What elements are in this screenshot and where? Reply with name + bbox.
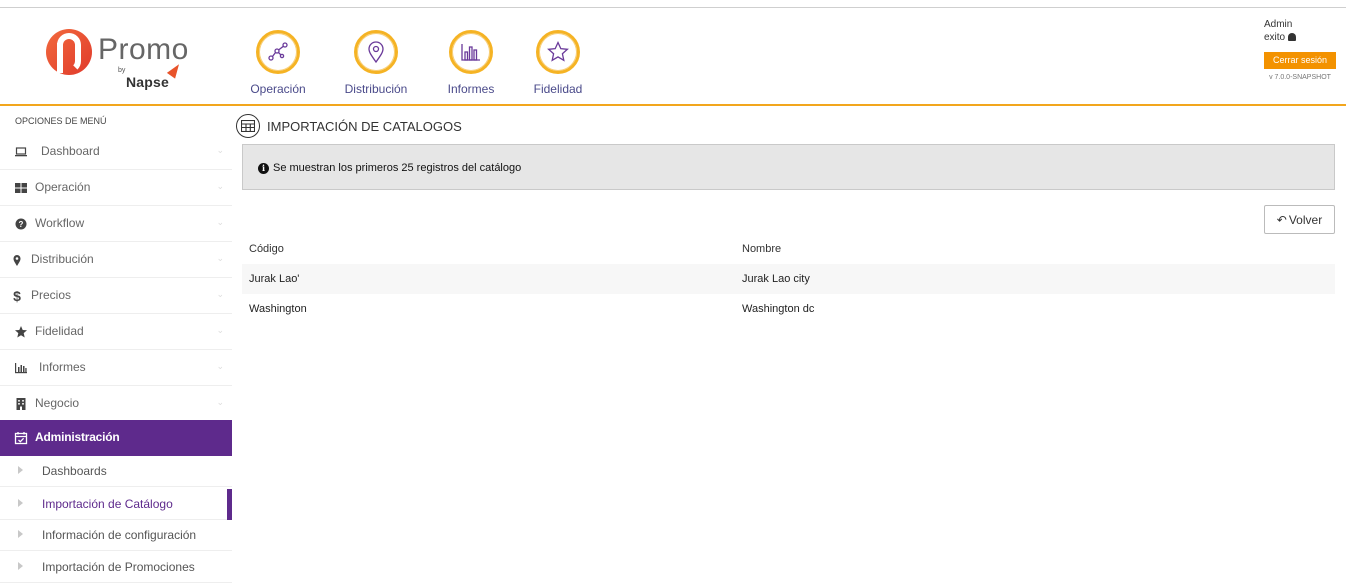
operacion-icon	[256, 30, 300, 74]
sidebar: OPCIONES DE MENÚ Dashboard ⌄ Operación ⌄…	[0, 108, 232, 583]
back-button[interactable]: ↶ Volver	[1264, 205, 1335, 234]
laptop-icon	[14, 145, 28, 159]
table-icon	[236, 114, 260, 138]
sidebar-item-label: Negocio	[35, 396, 80, 410]
sidebar-item-label: Precios	[31, 288, 72, 302]
sidebar-item-label: Workflow	[35, 216, 85, 230]
sidebar-item-fidelidad[interactable]: Fidelidad ⌄	[0, 314, 232, 350]
calendar-check-icon	[14, 431, 28, 445]
building-icon	[14, 397, 28, 411]
bar-chart-icon	[14, 361, 28, 375]
app-header: Promo by Napse Operación Distribución In…	[0, 8, 1346, 106]
submenu-item-importacion-catalogo[interactable]: Importación de Catálogo	[0, 489, 232, 520]
logo-by: by	[118, 67, 126, 74]
user-name: Admin	[1264, 19, 1293, 30]
sidebar-item-informes[interactable]: Informes ⌄	[0, 350, 232, 386]
column-header-nombre: Nombre	[742, 243, 782, 255]
sidebar-item-negocio[interactable]: Negocio ⌄	[0, 386, 232, 422]
module-operacion[interactable]: Operación	[250, 30, 306, 96]
sidebar-item-distribucion[interactable]: Distribución ⌄	[0, 242, 232, 278]
sidebar-item-label: Informes	[39, 360, 86, 374]
table-cell: Washington dc	[742, 303, 815, 315]
user-company-row: exito	[1264, 31, 1336, 44]
info-circle-icon: i	[258, 163, 269, 174]
sidebar-item-label: Distribución	[31, 252, 94, 266]
svg-text:?: ?	[19, 220, 24, 229]
table-cell: Jurak Lao city	[735, 264, 1335, 294]
sidebar-item-precios[interactable]: $ Precios ⌄	[0, 278, 232, 314]
map-marker-icon	[10, 253, 24, 267]
submenu-item-label: Dashboards	[42, 464, 107, 478]
module-distribucion[interactable]: Distribución	[342, 30, 410, 96]
table-row: Washington Washington dc	[242, 294, 1335, 324]
module-label: Informes	[447, 82, 495, 96]
info-alert: i Se muestran los primeros 25 registros …	[242, 144, 1335, 190]
chevron-down-icon: ⌄	[216, 397, 224, 407]
sidebar-item-workflow[interactable]: ? Workflow ⌄	[0, 206, 232, 242]
module-fidelidad[interactable]: Fidelidad	[532, 30, 584, 96]
user-company: exito	[1264, 32, 1286, 43]
submenu-item-importacion-promociones[interactable]: Importación de Promociones	[0, 552, 232, 583]
main-content: IMPORTACIÓN DE CATALOGOS i Se muestran l…	[232, 108, 1346, 579]
submenu-item-label: Información de configuración	[42, 528, 197, 542]
table-header-row: Código Nombre	[242, 234, 1335, 264]
submenu-item-label: Importación de Promociones	[42, 560, 195, 574]
question-circle-icon: ?	[14, 217, 28, 231]
chevron-down-icon: ⌄	[216, 253, 224, 263]
distribucion-icon	[354, 30, 398, 74]
reply-arrow-icon: ↶	[1276, 212, 1287, 227]
star-icon	[14, 325, 28, 339]
caret-right-icon	[18, 530, 23, 538]
caret-right-icon	[18, 499, 23, 507]
column-header-codigo: Código	[249, 243, 284, 255]
fidelidad-icon	[536, 30, 580, 74]
chevron-down-icon: ⌄	[216, 361, 224, 371]
catalog-table: Código Nombre Jurak Lao' Jurak Lao city …	[242, 234, 1335, 324]
promo-logo[interactable]: Promo by Napse	[46, 27, 196, 91]
caret-right-icon	[18, 562, 23, 570]
sidebar-item-dashboard[interactable]: Dashboard ⌄	[0, 134, 232, 170]
version-label: v 7.0.0-SNAPSHOT	[1269, 74, 1331, 81]
sidebar-item-label: Fidelidad	[35, 324, 84, 338]
submenu-item-dashboards[interactable]: Dashboards	[0, 456, 232, 487]
table-row: Jurak Lao' Jurak Lao city	[242, 264, 1335, 294]
module-informes[interactable]: Informes	[446, 30, 496, 96]
back-button-label: Volver	[1288, 212, 1323, 227]
table-cell: Jurak Lao'	[242, 264, 735, 294]
sidebar-item-label: Operación	[35, 180, 91, 194]
promo-logo-mark-icon	[46, 29, 92, 75]
sidebar-item-administracion[interactable]: Administración	[0, 420, 232, 456]
submenu-item-informacion-configuracion[interactable]: Información de configuración	[0, 520, 232, 551]
chevron-down-icon: ⌄	[216, 325, 224, 335]
chevron-down-icon: ⌄	[216, 145, 224, 155]
module-label: Fidelidad	[533, 82, 583, 96]
bell-icon[interactable]	[1288, 33, 1297, 41]
module-label: Operación	[250, 82, 306, 96]
sidebar-item-operacion[interactable]: Operación ⌄	[0, 170, 232, 206]
logout-button[interactable]: Cerrar sesión	[1264, 52, 1336, 69]
page-title: IMPORTACIÓN DE CATALOGOS	[267, 119, 462, 134]
sidebar-item-label: Administración	[35, 430, 120, 444]
submenu-item-label: Importación de Catálogo	[42, 497, 173, 511]
user-panel: Admin exito Cerrar sesión v 7.0.0-SNAPSH…	[1264, 18, 1336, 81]
informes-icon	[449, 30, 493, 74]
chevron-down-icon: ⌄	[216, 217, 224, 227]
grid-icon	[14, 181, 28, 195]
sidebar-item-label: Dashboard	[41, 144, 100, 158]
logo-brand: Napse	[126, 74, 170, 90]
chevron-down-icon: ⌄	[216, 181, 224, 191]
dollar-icon: $	[13, 288, 21, 304]
sidebar-title: OPCIONES DE MENÚ	[15, 116, 107, 126]
table-cell: Washington	[249, 303, 307, 315]
chevron-down-icon: ⌄	[216, 289, 224, 299]
module-label: Distribución	[344, 82, 408, 96]
caret-right-icon	[18, 466, 23, 474]
info-message: Se muestran los primeros 25 registros de…	[273, 162, 522, 174]
